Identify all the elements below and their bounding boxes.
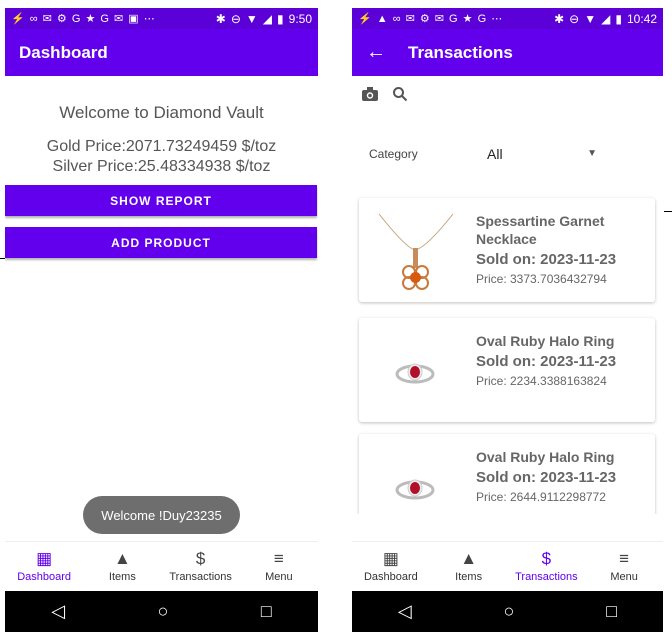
signal-icon: ◢ bbox=[262, 11, 273, 26]
dropdown-caret-icon: ▼ bbox=[587, 148, 597, 159]
back-nav-icon[interactable]: ◁ bbox=[51, 601, 65, 622]
sale-price: Price: 3373.7036432794 bbox=[476, 272, 607, 286]
page-title: Dashboard bbox=[19, 42, 108, 62]
edge-line-right bbox=[664, 211, 672, 212]
transaction-list[interactable]: Spessartine Garnet Necklace Sold on: 202… bbox=[352, 196, 663, 514]
nav-label: Menu bbox=[265, 571, 293, 583]
nav-item-items[interactable]: ▲ Items bbox=[83, 542, 161, 591]
bluetooth-icon: ✱ bbox=[215, 11, 226, 26]
status-bar: ⚡ ▲ ∞ ✉ ⚙ ✉ G ★ G ⋯ ✱ ⊖ ▼ ◢ ▮ 10:42 bbox=[352, 8, 663, 29]
sold-date: Sold on: 2023-11-23 bbox=[476, 353, 617, 370]
welcome-text: Welcome to Diamond Vault bbox=[59, 103, 264, 122]
category-filter: Category All ▼ bbox=[352, 116, 663, 191]
bottom-navigation: ▦ Dashboard ▲ Items $ Transactions ≡ Men… bbox=[5, 541, 318, 591]
transaction-details: Oval Ruby Halo Ring Sold on: 2023-11-23 … bbox=[476, 332, 649, 389]
nav-item-menu[interactable]: ≡ Menu bbox=[240, 542, 318, 591]
signal-icon: ◢ bbox=[601, 11, 611, 26]
nav-item-transactions[interactable]: $ Transactions bbox=[162, 542, 240, 591]
nav-label: Transactions bbox=[515, 571, 578, 583]
clock: 10:42 bbox=[626, 11, 657, 26]
nav-item-items[interactable]: ▲ Items bbox=[430, 542, 508, 591]
ring-image bbox=[371, 446, 461, 514]
sale-price: Price: 2234.3388163824 bbox=[476, 374, 607, 388]
nav-label: Dashboard bbox=[363, 571, 418, 583]
dnd-icon: ⊖ bbox=[569, 11, 580, 26]
app-bar: Dashboard bbox=[5, 29, 318, 76]
transaction-card[interactable]: Spessartine Garnet Necklace Sold on: 202… bbox=[359, 198, 655, 302]
search-icon[interactable] bbox=[392, 86, 408, 107]
transaction-card[interactable]: Oval Ruby Halo Ring Sold on: 2023-11-23 … bbox=[359, 318, 655, 422]
battery-icon: ▮ bbox=[277, 11, 284, 26]
wifi-icon: ▼ bbox=[245, 11, 258, 26]
nav-label: Items bbox=[108, 571, 136, 583]
system-status: ✱ ⊖ ▼ ◢ ▮ 10:42 bbox=[554, 12, 657, 26]
necklace-image bbox=[371, 210, 461, 290]
battery-icon: ▮ bbox=[615, 11, 622, 26]
dashboard-icon: ▦ bbox=[382, 549, 399, 568]
toolbar-row bbox=[352, 76, 663, 116]
nav-item-dashboard[interactable]: ▦ Dashboard bbox=[5, 542, 83, 591]
category-label: Category bbox=[369, 146, 418, 161]
category-value: All bbox=[487, 145, 503, 162]
nav-item-menu[interactable]: ≡ Menu bbox=[585, 542, 663, 591]
nav-label: Transactions bbox=[169, 571, 232, 583]
dashboard-screen: ⚡ ∞ ✉ ⚙ G ★ G ✉ ▣ ⋯ ✱ ⊖ ▼ ◢ ▮ 9:50 Dashb… bbox=[5, 8, 318, 632]
transactions-screen: ⚡ ▲ ∞ ✉ ⚙ ✉ G ★ G ⋯ ✱ ⊖ ▼ ◢ ▮ 10:42 ← Tr… bbox=[352, 8, 663, 632]
recents-nav-icon[interactable]: □ bbox=[261, 601, 272, 622]
dollar-icon: $ bbox=[541, 549, 552, 568]
category-dropdown[interactable]: All ▼ bbox=[487, 146, 597, 162]
silver-price: Silver Price:25.48334938 $/toz bbox=[52, 158, 271, 175]
home-nav-icon[interactable]: ○ bbox=[504, 601, 515, 622]
sold-date: Sold on: 2023-11-23 bbox=[476, 469, 617, 486]
nav-label: Dashboard bbox=[17, 571, 72, 583]
transaction-details: Spessartine Garnet Necklace Sold on: 202… bbox=[476, 212, 649, 287]
bottom-navigation: ▦ Dashboard ▲ Items $ Transactions ≡ Men… bbox=[352, 541, 663, 591]
app-bar: ← Transactions bbox=[352, 29, 663, 76]
menu-icon: ≡ bbox=[619, 549, 630, 568]
dashboard-icon: ▦ bbox=[36, 549, 53, 568]
show-report-button[interactable]: SHOW REPORT bbox=[5, 185, 317, 216]
wifi-icon: ▼ bbox=[584, 11, 597, 26]
nav-label: Items bbox=[455, 571, 483, 583]
home-nav-icon[interactable]: ○ bbox=[158, 601, 169, 622]
system-status: ✱ ⊖ ▼ ◢ ▮ 9:50 bbox=[216, 12, 312, 26]
gold-price: Gold Price:2071.73249459 $/toz bbox=[46, 138, 277, 155]
screenshot-canvas: ⚡ ∞ ✉ ⚙ G ★ G ✉ ▣ ⋯ ✱ ⊖ ▼ ◢ ▮ 9:50 Dashb… bbox=[0, 0, 672, 636]
dnd-icon: ⊖ bbox=[230, 11, 241, 26]
back-arrow-icon[interactable]: ← bbox=[366, 41, 386, 64]
nav-item-transactions[interactable]: $ Transactions bbox=[508, 542, 586, 591]
page-title: Transactions bbox=[408, 42, 513, 62]
notification-icons: ⚡ ▲ ∞ ✉ ⚙ ✉ G ★ G ⋯ bbox=[358, 13, 504, 25]
shapes-icon: ▲ bbox=[113, 549, 131, 568]
product-name: Spessartine Garnet Necklace bbox=[476, 213, 605, 247]
dollar-icon: $ bbox=[195, 549, 206, 568]
system-navigation-bar: ◁ ○ □ bbox=[352, 591, 663, 632]
product-name: Oval Ruby Halo Ring bbox=[476, 333, 615, 349]
sold-date: Sold on: 2023-11-23 bbox=[476, 251, 617, 268]
notification-icons: ⚡ ∞ ✉ ⚙ G ★ G ✉ ▣ ⋯ bbox=[11, 13, 156, 25]
clock: 9:50 bbox=[288, 11, 312, 26]
welcome-toast: Welcome !Duy23235 bbox=[83, 496, 240, 534]
recents-nav-icon[interactable]: □ bbox=[606, 601, 617, 622]
product-name: Oval Ruby Halo Ring bbox=[476, 449, 615, 465]
bluetooth-icon: ✱ bbox=[554, 11, 565, 26]
sale-price: Price: 2644.9112298772 bbox=[476, 490, 606, 504]
transaction-card[interactable]: Oval Ruby Halo Ring Sold on: 2023-11-23 … bbox=[359, 434, 655, 514]
transaction-details: Oval Ruby Halo Ring Sold on: 2023-11-23 … bbox=[476, 448, 649, 505]
add-product-button[interactable]: ADD PRODUCT bbox=[5, 227, 317, 258]
back-nav-icon[interactable]: ◁ bbox=[398, 601, 412, 622]
menu-icon: ≡ bbox=[273, 549, 284, 568]
nav-label: Menu bbox=[610, 571, 638, 583]
nav-item-dashboard[interactable]: ▦ Dashboard bbox=[352, 542, 430, 591]
system-navigation-bar: ◁ ○ □ bbox=[5, 591, 318, 632]
ring-image bbox=[371, 330, 461, 410]
shapes-icon: ▲ bbox=[460, 549, 478, 568]
camera-icon[interactable] bbox=[361, 86, 379, 107]
status-bar: ⚡ ∞ ✉ ⚙ G ★ G ✉ ▣ ⋯ ✱ ⊖ ▼ ◢ ▮ 9:50 bbox=[5, 8, 318, 29]
